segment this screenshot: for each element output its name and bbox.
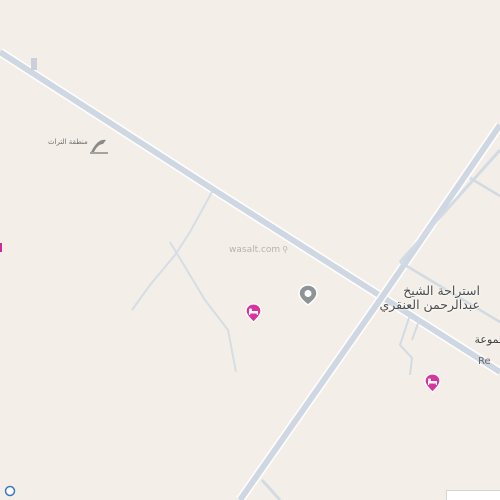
- map-view[interactable]: منطقة التراث wasalt.com ⚲ استراحة الشيخ ع…: [0, 0, 500, 500]
- map-attribution-tab: [446, 490, 500, 500]
- location-pin-icon[interactable]: [298, 284, 318, 306]
- landmark-logo: منطقة التراث: [48, 136, 110, 158]
- poi-name-line2: عبدالرحمن العنقري: [379, 297, 480, 312]
- watermark-text: wasalt.com: [229, 245, 281, 255]
- poi-label[interactable]: استراحة الشيخ عبدالرحمن العنقري: [379, 284, 480, 312]
- edge-road-label: Re: [478, 356, 491, 367]
- map-controls-icon[interactable]: [4, 485, 16, 497]
- map-tile-edge: [31, 58, 37, 70]
- watermark-pin-icon: ⚲: [282, 245, 289, 254]
- hotel-bed-icon[interactable]: [245, 303, 262, 323]
- logo-text: منطقة التراث: [48, 138, 88, 146]
- edge-place-label: مجموعة: [474, 333, 500, 346]
- hotel-bed-icon[interactable]: [424, 373, 441, 393]
- map-watermark: wasalt.com ⚲: [229, 245, 288, 255]
- logo-emblem-icon: [90, 139, 108, 154]
- poi-name-line1: استراحة الشيخ: [403, 283, 480, 298]
- edge-marker-strip: [0, 243, 2, 252]
